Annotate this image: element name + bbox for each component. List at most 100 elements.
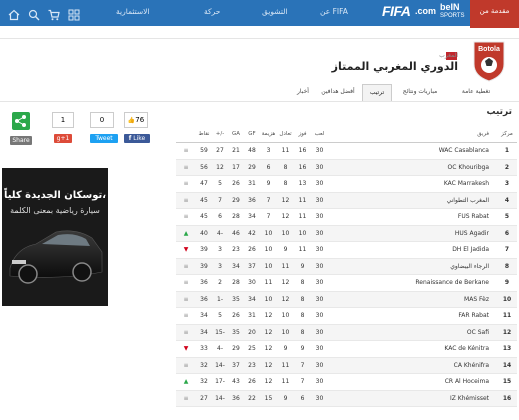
table-row[interactable]: ≡ 36 2 28 30 11 12 8 30 Renaissance de Berkane 9 (176, 274, 517, 292)
cell-lost: 12 (260, 324, 277, 341)
cell-ga: 35 (228, 291, 244, 308)
table-row[interactable]: ≡ 39 3 34 37 10 11 9 30 الرجاء البيضاوي 8 (176, 258, 517, 275)
cell-ga: 17 (228, 159, 244, 176)
cell-drawn: 11 (277, 258, 294, 275)
cell-played: 30 (311, 241, 328, 259)
cell-lost: 12 (260, 340, 277, 358)
team-name-link[interactable]: MAS Fèz (328, 291, 497, 308)
tab-fixtures-results[interactable]: مباريات ونتائج (394, 84, 446, 100)
table-row[interactable]: ≡ 32 14- 37 23 12 11 7 30 CA Khénifra 14 (176, 357, 517, 374)
svg-text:Botola: Botola (478, 46, 500, 53)
table-row[interactable]: ≡ 36 1- 35 34 10 12 8 30 MAS Fèz 10 (176, 291, 517, 308)
cell-lost: 9 (260, 175, 277, 193)
cell-ga: 46 (228, 225, 244, 242)
trend-same-icon: ≡ (183, 312, 189, 320)
cell-position: 15 (497, 373, 517, 391)
cell-drawn: 9 (277, 241, 294, 259)
cart-icon[interactable] (48, 6, 60, 21)
team-name-link[interactable]: OC Khouribga (328, 159, 497, 176)
cell-played: 30 (311, 274, 328, 292)
trend-cell: ▲ (176, 225, 196, 242)
cell-gf: 29 (244, 159, 260, 176)
cell-position: 16 (497, 390, 517, 407)
table-row[interactable]: ≡ 34 15- 35 20 12 10 8 30 OC Safi 12 (176, 324, 517, 341)
fifa-logo[interactable]: FIFA (382, 3, 411, 19)
cell-gf: 25 (244, 340, 260, 358)
team-name-link[interactable]: KAC Marrakesh (328, 175, 497, 193)
share-button[interactable] (10, 112, 32, 130)
team-name-link[interactable]: الرجاء البيضاوي (328, 258, 497, 275)
cell-ga: 34 (228, 258, 244, 275)
team-name-link[interactable]: FAR Rabat (328, 307, 497, 325)
cell-drawn: 11 (277, 142, 294, 160)
cell-gd: 3 (212, 241, 228, 259)
share-icon (12, 112, 30, 130)
team-name-link[interactable]: HUS Agadir (328, 225, 497, 242)
tab-news[interactable]: أخبار (290, 84, 316, 100)
cell-ga: 37 (228, 357, 244, 374)
trend-same-icon: ≡ (183, 213, 189, 221)
cell-drawn: 10 (277, 324, 294, 341)
home-icon[interactable] (8, 6, 20, 21)
facebook-like-button[interactable]: f Like (124, 134, 150, 143)
table-row[interactable]: ≡ 56 12 17 29 6 8 16 30 OC Khouribga 2 (176, 159, 517, 176)
table-row[interactable]: ▼ 39 3 23 26 10 9 11 30 DH El Jadida 7 (176, 241, 517, 259)
team-name-link[interactable]: OC Safi (328, 324, 497, 341)
cell-points: 40 (196, 225, 212, 242)
team-name-link[interactable]: IZ Khémisset (328, 390, 497, 407)
table-row[interactable]: ▲ 32 17- 43 26 12 11 7 30 CR Al Hoceima 15 (176, 373, 517, 391)
cell-position: 10 (497, 291, 517, 308)
cell-lost: 6 (260, 159, 277, 176)
team-name-link[interactable]: WAC Casablanca (328, 142, 497, 160)
cell-gf: 30 (244, 274, 260, 292)
menu-grid-icon[interactable] (68, 6, 80, 21)
car-advertisement[interactable]: توسكان الجديدة كلياً، سيارة رياضية بمعنى… (2, 168, 108, 306)
table-row[interactable]: ▼ 33 4- 29 25 12 9 9 30 KAC de Kénitra 13 (176, 340, 517, 358)
team-name-link[interactable]: Renaissance de Berkane (328, 274, 497, 292)
team-name-link[interactable]: FUS Rabat (328, 208, 497, 226)
top-navigation-bar: الاستثمارية حركة التشويق عن FIFA FIFA .c… (0, 0, 519, 28)
standings-title: ترتيب (486, 107, 512, 117)
cell-drawn: 8 (277, 159, 294, 176)
team-name-link[interactable]: DH El Jadida (328, 241, 497, 259)
team-name-link[interactable]: CR Al Hoceima (328, 373, 497, 391)
nav-item[interactable]: الاستثمارية (116, 0, 150, 26)
tab-standings[interactable]: ترتيب (362, 84, 392, 101)
table-row[interactable]: ▲ 40 4- 46 42 10 10 10 30 HUS Agadir 6 (176, 225, 517, 242)
trend-cell: ▼ (176, 241, 196, 259)
team-name-link[interactable]: CA Khénifra (328, 357, 497, 374)
search-icon[interactable] (28, 6, 40, 21)
tweet-button[interactable]: Tweet (90, 134, 118, 143)
table-row[interactable]: ≡ 47 5 26 31 9 8 13 30 KAC Marrakesh 3 (176, 175, 517, 193)
cell-gf: 36 (244, 192, 260, 209)
cell-position: 1 (497, 142, 517, 160)
gplus-button[interactable]: g+1 (54, 134, 72, 143)
table-row[interactable]: ≡ 59 27 21 48 3 11 16 30 WAC Casablanca 1 (176, 142, 517, 160)
cell-played: 30 (311, 373, 328, 391)
trend-cell: ≡ (176, 291, 196, 308)
cell-won: 9 (294, 258, 311, 275)
cell-won: 11 (294, 192, 311, 209)
table-row[interactable]: ≡ 34 5 26 31 12 10 8 30 FAR Rabat 11 (176, 307, 517, 325)
col-points: نقاط (196, 126, 212, 143)
sponsor-tab[interactable]: مقدمة من (470, 0, 519, 28)
nav-item[interactable]: عن FIFA (320, 0, 348, 26)
table-row[interactable]: ≡ 45 6 28 34 7 12 11 30 FUS Rabat 5 (176, 208, 517, 226)
nav-item[interactable]: حركة (204, 0, 220, 26)
cell-drawn: 11 (277, 373, 294, 391)
tweet-count: 0 (90, 112, 114, 128)
tab-overview[interactable]: تغطية عامة (454, 84, 498, 100)
cell-ga: 28 (228, 208, 244, 226)
tab-top-scorers[interactable]: أفضل هدافين (318, 84, 358, 100)
team-name-link[interactable]: KAC de Kénitra (328, 340, 497, 358)
cell-gd: 4- (212, 340, 228, 358)
trend-up-icon: ▲ (183, 378, 189, 386)
trend-same-icon: ≡ (183, 196, 189, 204)
team-name-link[interactable]: المغرب التطواني (328, 192, 497, 209)
trend-up-icon: ▲ (183, 229, 189, 237)
nav-item[interactable]: التشويق (262, 0, 288, 26)
table-row[interactable]: ≡ 45 7 29 36 7 12 11 30 المغرب التطواني 4 (176, 192, 517, 209)
share-label[interactable]: Share (10, 136, 32, 145)
table-row[interactable]: ≡ 27 14- 36 22 15 9 6 30 IZ Khémisset 16 (176, 390, 517, 407)
league-country: المغرب (439, 52, 458, 59)
